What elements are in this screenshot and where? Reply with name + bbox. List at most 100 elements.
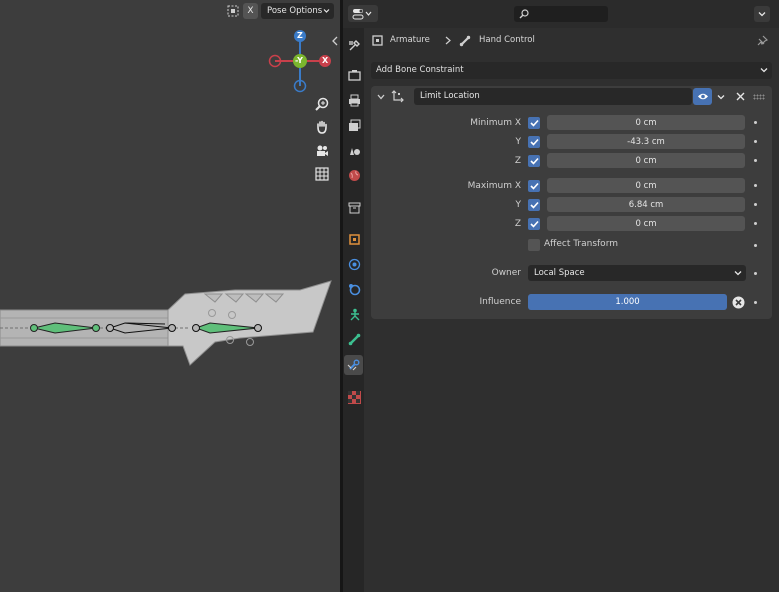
owner-space-dropdown[interactable]: Local Space [528, 265, 746, 281]
tab-output[interactable] [347, 93, 361, 107]
minimum-y-label: Y [515, 137, 522, 147]
properties-editor-icon [352, 8, 372, 19]
object-icon [348, 233, 360, 245]
tab-view-layer[interactable] [347, 118, 361, 132]
min-y-keyframe-dot[interactable] [754, 140, 757, 143]
gizmo-x-label: X [322, 56, 329, 65]
tab-bone[interactable] [347, 332, 361, 346]
checkmark-icon [529, 201, 539, 209]
owner-space-value: Local Space [534, 268, 585, 278]
zoom-icon[interactable] [313, 95, 331, 113]
gizmo-neg-y-label: -Y [295, 56, 303, 65]
max-y-keyframe-dot[interactable] [754, 203, 757, 206]
influence-slider[interactable]: 1.000 [528, 294, 727, 310]
checker-texture-icon [347, 390, 361, 404]
remove-constraint-button[interactable] [732, 88, 748, 105]
add-bone-constraint-dropdown[interactable]: Add Bone Constraint [371, 62, 772, 79]
max-z-keyframe-dot[interactable] [754, 222, 757, 225]
maximum-x-label: Maximum X [467, 181, 521, 191]
tab-object[interactable] [347, 232, 361, 246]
tool-icon [348, 39, 360, 50]
min-x-field[interactable]: 0 cm [547, 115, 745, 130]
use-min-x-checkbox[interactable] [528, 117, 540, 129]
tab-collection[interactable] [347, 200, 361, 214]
close-circle-icon [732, 296, 744, 308]
search-field[interactable] [531, 7, 609, 22]
properties-editor: Armature Hand Control Add Bone Constrain… [343, 0, 779, 592]
constraint-name-field[interactable]: Limit Location [414, 88, 692, 105]
search-input[interactable] [514, 6, 609, 22]
collection-box-icon [348, 202, 360, 213]
tab-scene[interactable] [347, 143, 361, 157]
chevron-down-icon [758, 12, 766, 17]
influence-keyframe-dot[interactable] [754, 301, 757, 304]
min-z-field[interactable]: 0 cm [547, 153, 745, 168]
render-icon [347, 69, 361, 81]
constraint-name: Limit Location [420, 91, 480, 101]
use-max-y-checkbox[interactable] [528, 199, 540, 211]
tab-tool[interactable] [347, 38, 361, 52]
camera-icon[interactable] [313, 142, 331, 160]
min-y-field[interactable]: -43.3 cm [547, 134, 745, 149]
use-min-z-checkbox[interactable] [528, 155, 540, 167]
minimum-z-label: Z [514, 156, 521, 166]
search-icon [519, 9, 529, 19]
printer-icon [348, 94, 360, 106]
breadcrumb: Armature Hand Control [364, 28, 779, 54]
chevron-down-icon [760, 68, 768, 73]
tab-modifiers[interactable] [347, 257, 361, 271]
checkmark-icon [529, 119, 539, 127]
affect-transform-checkbox[interactable] [528, 239, 540, 251]
guitar-armature-scene[interactable] [0, 280, 340, 370]
pan-hand-icon[interactable] [313, 118, 331, 136]
disable-keep-transform-button[interactable] [730, 294, 746, 310]
options-dropdown[interactable] [754, 6, 770, 22]
close-icon [736, 92, 744, 101]
minimum-x-label: Minimum X [470, 118, 521, 128]
use-max-x-checkbox[interactable] [528, 180, 540, 192]
influence-value: 1.000 [615, 297, 640, 307]
chevron-right-icon [445, 36, 451, 45]
add-bone-constraint-label: Add Bone Constraint [376, 65, 464, 75]
limit-location-constraint-icon [391, 90, 404, 103]
panel-collapse-chevron-icon[interactable] [377, 94, 385, 100]
min-x-keyframe-dot[interactable] [754, 121, 757, 124]
tab-object-data[interactable] [347, 307, 361, 321]
max-y-field[interactable]: 6.84 cm [547, 197, 745, 212]
use-max-z-checkbox[interactable] [528, 218, 540, 230]
pose-options-dropdown[interactable]: Pose Options [261, 3, 334, 19]
influence-label: Influence [479, 297, 521, 307]
breadcrumb-armature: Armature [390, 35, 430, 45]
tab-render[interactable] [347, 68, 361, 82]
chevron-down-icon [734, 271, 742, 276]
checkmark-icon [529, 182, 539, 190]
checkmark-icon [529, 157, 539, 165]
maximum-z-label: Z [514, 219, 521, 229]
tab-texture[interactable] [347, 390, 361, 404]
tab-physics[interactable] [347, 282, 361, 296]
max-z-field[interactable]: 0 cm [547, 216, 745, 231]
properties-content: Armature Hand Control Add Bone Constrain… [364, 28, 779, 592]
max-x-keyframe-dot[interactable] [754, 184, 757, 187]
pin-icon[interactable] [755, 33, 769, 47]
maximum-y-label: Y [515, 200, 522, 210]
drag-handle-icon[interactable] [753, 94, 765, 100]
xray-toggle-icon[interactable] [226, 4, 240, 18]
pose-options-label: Pose Options [267, 6, 323, 16]
owner-keyframe-dot[interactable] [754, 272, 757, 275]
3d-viewport[interactable]: X Pose Options Z -Y X [0, 0, 340, 592]
modifier-icon [348, 258, 360, 270]
affect-transform-keyframe-dot[interactable] [754, 244, 757, 247]
max-x-field[interactable]: 0 cm [547, 178, 745, 193]
tab-bone-constraints[interactable] [344, 355, 363, 375]
properties-tab-bar [343, 28, 364, 592]
editor-type-menu[interactable] [348, 5, 378, 22]
tab-world[interactable] [347, 168, 361, 182]
min-z-keyframe-dot[interactable] [754, 159, 757, 162]
ortho-grid-icon[interactable] [313, 165, 331, 183]
use-min-y-checkbox[interactable] [528, 136, 540, 148]
x-mirror-button[interactable]: X [243, 3, 258, 19]
chevron-down-icon [717, 94, 725, 99]
constraint-enable-toggle[interactable] [693, 88, 712, 105]
constraint-menu-dropdown[interactable] [713, 88, 729, 105]
